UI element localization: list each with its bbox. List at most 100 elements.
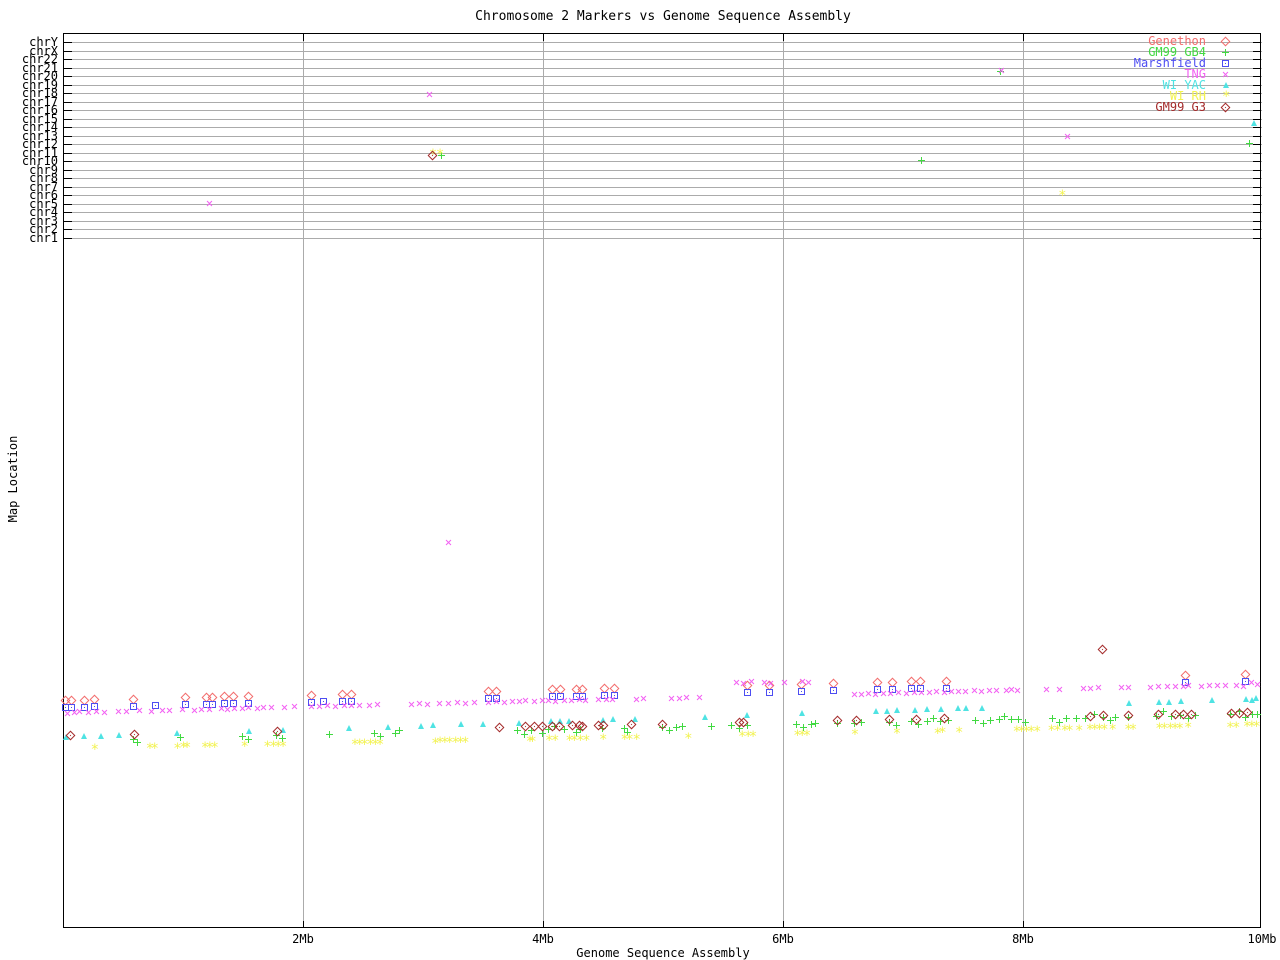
x-axis-tick bbox=[543, 34, 544, 41]
y-axis-tick bbox=[64, 212, 72, 213]
point-marshfield bbox=[830, 687, 838, 694]
y-axis-tick bbox=[64, 195, 72, 196]
point-wi-yac bbox=[893, 707, 900, 713]
point-wi-yac bbox=[1209, 697, 1216, 703]
point-gm99-gb4 bbox=[1072, 715, 1080, 722]
point-wi-yac bbox=[385, 724, 392, 730]
point-wi-rh: * bbox=[802, 728, 812, 744]
y-axis-tick bbox=[64, 170, 72, 171]
y-axis-tick bbox=[1253, 170, 1261, 171]
point-wi-yac bbox=[609, 716, 616, 722]
point-wi-yac bbox=[963, 705, 970, 711]
point-gm99-gb4 bbox=[133, 739, 141, 746]
point-gm99-gb4 bbox=[1000, 713, 1008, 720]
point-gm99-gb4 bbox=[987, 717, 995, 724]
point-wi-yac bbox=[743, 712, 750, 718]
point-wi-rh: * bbox=[892, 726, 902, 742]
plot-area-border bbox=[63, 33, 1261, 928]
x-tick-label: 4Mb bbox=[532, 932, 554, 946]
point-wi-yac bbox=[911, 707, 918, 713]
legend-label: GM99 G3 bbox=[1155, 100, 1206, 114]
y-axis-tick bbox=[64, 119, 72, 120]
y-axis-tick bbox=[64, 187, 72, 188]
point-wi-yac bbox=[884, 708, 891, 714]
point-wi-rh: * bbox=[1232, 720, 1241, 736]
point-gm99-gb4 bbox=[971, 717, 979, 724]
y-axis-tick bbox=[1253, 51, 1261, 52]
y-axis-tick bbox=[1253, 110, 1261, 111]
y-axis-tick bbox=[1253, 68, 1261, 69]
point-wi-rh: * bbox=[938, 725, 947, 741]
y-axis-tick bbox=[1253, 42, 1261, 43]
y-axis-tick bbox=[64, 136, 72, 137]
x-axis-tick bbox=[543, 921, 544, 928]
point-gm99-gb4 bbox=[1253, 711, 1261, 718]
point-wi-rh: * bbox=[375, 737, 385, 753]
point-wi-yac bbox=[1156, 699, 1163, 705]
point-wi-yac bbox=[1165, 699, 1172, 705]
point-wi-rh: * bbox=[210, 740, 219, 756]
point-wi-rh: * bbox=[240, 739, 249, 755]
y-axis-tick bbox=[64, 221, 72, 222]
point-wi-yac bbox=[97, 733, 104, 739]
open-square-dot-icon bbox=[1222, 60, 1229, 67]
y-axis-tick bbox=[1253, 136, 1261, 137]
point-wi-yac bbox=[345, 725, 352, 731]
point-gm99-gb4 bbox=[1112, 714, 1120, 721]
y-axis-tick bbox=[1253, 144, 1261, 145]
point-wi-rh: * bbox=[1252, 719, 1261, 735]
y-axis-tick bbox=[1253, 153, 1261, 154]
point-wi-rh: * bbox=[1032, 724, 1042, 740]
y-axis-tick bbox=[64, 110, 72, 111]
point-gm99-gb4 bbox=[513, 727, 521, 734]
y-axis-tick bbox=[64, 161, 72, 162]
x-tick-label: 2Mb bbox=[292, 932, 314, 946]
point-wi-yac bbox=[923, 706, 930, 712]
point-wi-rh: * bbox=[748, 729, 758, 745]
point-wi-rh: * bbox=[1065, 723, 1074, 739]
legend-label: Marshfield bbox=[1133, 56, 1206, 70]
point-wi-rh: * bbox=[1175, 721, 1185, 737]
point-gm99-gb4 bbox=[1048, 715, 1056, 722]
y-axis-tick bbox=[1253, 229, 1261, 230]
point-wi-yac bbox=[701, 714, 708, 720]
star-icon: * bbox=[1222, 89, 1231, 105]
x-axis-tick bbox=[303, 921, 304, 928]
chart-title: Chromosome 2 Markers vs Genome Sequence … bbox=[475, 9, 851, 24]
y-axis-tick bbox=[64, 76, 72, 77]
y-axis-tick bbox=[1253, 85, 1261, 86]
x-axis-tick bbox=[303, 34, 304, 41]
point-wi-yac bbox=[1126, 700, 1133, 706]
y-axis-tick bbox=[64, 229, 72, 230]
y-axis-tick bbox=[1253, 127, 1261, 128]
point-wi-rh: * bbox=[955, 725, 964, 741]
y-axis-tick bbox=[64, 42, 72, 43]
point-wi-yac bbox=[174, 730, 181, 736]
point-wi-rh: * bbox=[1128, 722, 1138, 738]
point-gm99-gb4 bbox=[325, 731, 333, 738]
y-axis-tick bbox=[64, 102, 72, 103]
y-axis-tick bbox=[1253, 59, 1261, 60]
point-marshfield bbox=[744, 689, 752, 696]
point-wi-rh: * bbox=[1058, 188, 1067, 204]
y-axis-tick bbox=[64, 153, 72, 154]
point-wi-rh: * bbox=[582, 733, 591, 749]
point-wi-rh: * bbox=[278, 739, 288, 755]
y-axis-tick bbox=[64, 144, 72, 145]
x-axis-title: Genome Sequence Assembly bbox=[576, 946, 750, 960]
point-wi-rh: * bbox=[1100, 722, 1109, 738]
genome-scatter-plot: Chromosome 2 Markers vs Genome Sequence … bbox=[0, 0, 1280, 960]
point-wi-yac bbox=[1251, 120, 1257, 126]
y-axis-tick bbox=[1253, 212, 1261, 213]
point-wi-rh: * bbox=[632, 732, 641, 748]
point-gm99-gb4 bbox=[929, 715, 937, 722]
point-gm99-gb4 bbox=[708, 723, 716, 730]
y-axis-tick bbox=[1253, 93, 1261, 94]
plus-icon bbox=[1222, 49, 1229, 56]
point-gm99-gb4 bbox=[812, 720, 820, 727]
x-tick-label: 8Mb bbox=[1012, 932, 1034, 946]
x-axis-tick bbox=[783, 921, 784, 928]
y-axis-tick bbox=[1253, 204, 1261, 205]
point-wi-rh: * bbox=[90, 742, 99, 758]
y-tick-label: chr1 bbox=[29, 231, 58, 245]
